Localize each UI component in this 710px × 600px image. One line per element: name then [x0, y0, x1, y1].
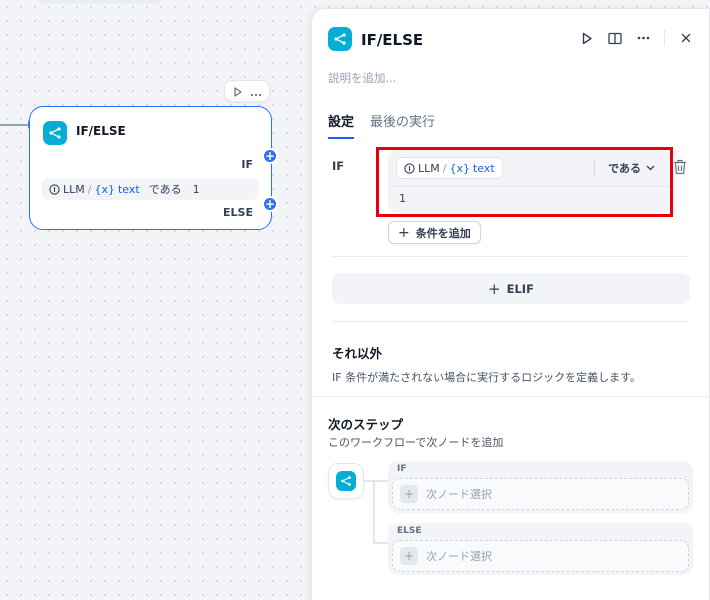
node-cond-value: 1 [192, 182, 200, 196]
current-node-icon [328, 463, 364, 499]
select-next-node-button[interactable]: + 次ノード選択 [392, 478, 689, 510]
else-source-handle[interactable]: + [262, 196, 278, 212]
llm-icon [49, 183, 60, 195]
condition-divider [388, 186, 669, 187]
plus-icon: + [264, 197, 276, 211]
else-section-description: IF 条件が満たされない場合に実行するロジックを定義します。 [332, 371, 641, 384]
select-next-node-label: 次ノード選択 [426, 488, 492, 501]
panel-header-actions [578, 27, 695, 49]
tab-last-run[interactable]: 最後の実行 [370, 111, 435, 139]
tab-settings[interactable]: 設定 [328, 111, 355, 139]
chevron-down-icon [646, 165, 655, 171]
panel-node-icon [328, 27, 352, 51]
run-node-button[interactable] [233, 82, 243, 101]
node-cond-source: LLM [63, 182, 85, 196]
node-toolbar [224, 80, 270, 102]
node-more-button[interactable] [250, 82, 262, 101]
panel-more-button[interactable] [634, 27, 652, 49]
node-type-icon [336, 471, 356, 491]
panel-tabs: 設定 最後の実行 [328, 111, 435, 139]
else-section-title: それ以外 [332, 346, 383, 361]
branch-connector-lines [364, 480, 388, 544]
node-else-label: ELSE [223, 206, 253, 219]
select-next-node-button[interactable]: + 次ノード選択 [392, 540, 689, 572]
branch-icon [49, 127, 61, 139]
plus-icon: + [264, 149, 276, 163]
node-condition-summary: LLM / {x} text である 1 [42, 178, 258, 200]
plus-icon: + [400, 547, 418, 565]
condition-variable-selector[interactable]: LLM / {x} text [396, 157, 503, 179]
description-input[interactable]: 説明を追加... [328, 70, 396, 86]
cond-source: LLM [418, 161, 440, 175]
header-divider [664, 30, 665, 46]
node-if-label: IF [241, 158, 253, 171]
plus-icon: + [488, 279, 501, 298]
plus-icon: + [398, 224, 410, 241]
variable-icon: {x} [449, 161, 470, 175]
condition-item: LLM / {x} text である 1 [388, 150, 669, 213]
section-divider [332, 256, 689, 257]
book-icon [608, 32, 622, 44]
operator-value: である [608, 162, 641, 175]
cond-separator: / [442, 161, 447, 175]
next-step-description: このワークフローで次ノードを追加 [328, 436, 504, 449]
if-case-label: IF [332, 159, 345, 173]
panel-title[interactable]: IF/ELSE [361, 31, 423, 49]
more-icon [637, 36, 649, 40]
node-cond-operator: である [148, 183, 182, 196]
node-title: IF/ELSE [76, 124, 126, 138]
plus-icon: + [400, 485, 418, 503]
branch-label: ELSE [397, 526, 422, 536]
run-step-button[interactable] [578, 27, 596, 49]
close-icon [681, 33, 691, 43]
add-elif-button[interactable]: + ELIF [332, 273, 690, 304]
llm-icon [404, 162, 415, 174]
select-next-node-label: 次ノード選択 [426, 550, 492, 563]
close-panel-button[interactable] [677, 27, 695, 49]
branch-icon [334, 33, 346, 45]
node-cond-variable: text [117, 182, 140, 196]
add-condition-button[interactable]: + 条件を追加 [388, 221, 481, 244]
node-cond-separator: / [87, 182, 92, 196]
more-icon [250, 93, 261, 96]
next-step-title: 次のステップ [328, 417, 404, 432]
play-icon [233, 86, 242, 97]
section-divider [312, 396, 709, 397]
cond-variable: text [472, 161, 495, 175]
next-step-branch-if: IF + 次ノード選択 [388, 461, 693, 513]
branch-icon [341, 476, 351, 486]
trash-icon [674, 159, 686, 175]
canvas-top-shadow [40, 0, 160, 4]
play-icon [582, 32, 592, 44]
node-type-icon [43, 121, 67, 145]
branch-label: IF [397, 464, 407, 474]
next-step-branch-else: ELSE + 次ノード選択 [388, 523, 693, 575]
incoming-edge [0, 124, 30, 126]
delete-condition-button[interactable] [673, 159, 689, 177]
if-source-handle[interactable]: + [262, 148, 278, 164]
add-condition-label: 条件を追加 [415, 226, 471, 240]
variable-icon: {x} [94, 182, 115, 196]
operator-select[interactable]: である [608, 160, 655, 176]
help-docs-button[interactable] [606, 27, 624, 49]
condition-value-input[interactable]: 1 [399, 192, 406, 205]
node-config-panel: IF/ELSE 説明を追加... 設定 最後の実行 IF LLM / {x} t… [311, 8, 710, 600]
operator-divider [594, 161, 595, 175]
if-else-node[interactable]: IF/ELSE IF LLM / {x} text である 1 ELSE [29, 106, 272, 230]
elif-label: ELIF [506, 281, 534, 296]
section-divider [332, 321, 689, 322]
